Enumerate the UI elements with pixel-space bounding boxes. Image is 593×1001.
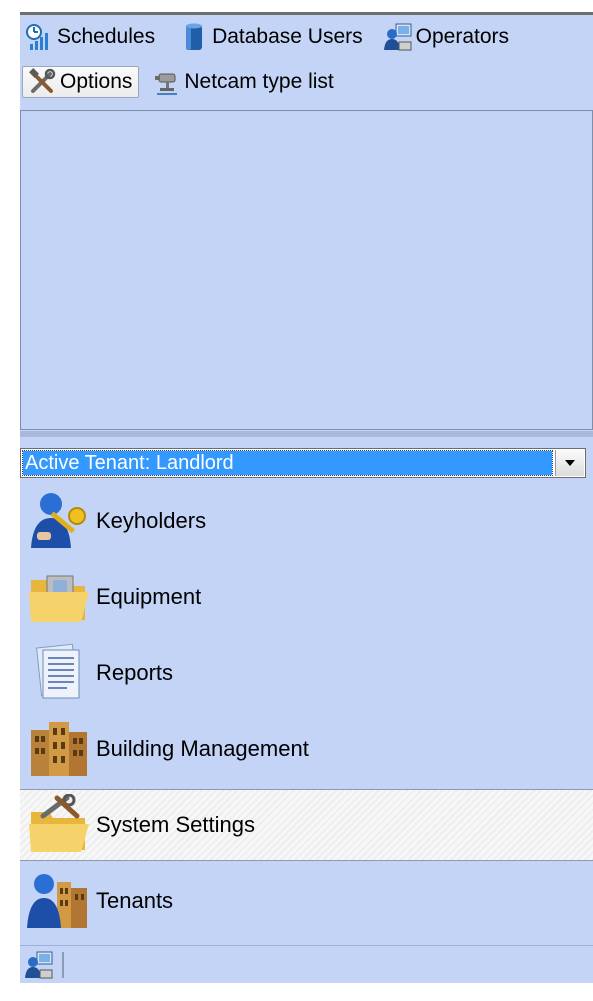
nav-item-reports[interactable]: Reports xyxy=(20,635,593,711)
database-users-icon xyxy=(179,23,209,51)
keyholders-icon xyxy=(26,489,92,553)
operators-icon[interactable] xyxy=(24,950,54,980)
tenants-icon xyxy=(26,869,92,933)
toolbar-database-users-button[interactable]: Database Users xyxy=(175,21,369,53)
nav-item-label: Reports xyxy=(96,660,174,685)
nav-item-label: System Settings xyxy=(96,812,255,837)
dropdown-arrow-button[interactable] xyxy=(555,450,584,476)
equipment-folder-icon xyxy=(26,565,92,629)
toolbar-options-button[interactable]: Options xyxy=(22,66,140,98)
active-tenant-value: Active Tenant: Landlord xyxy=(22,450,553,476)
toolbar-row-1: Schedules Database Users Operators xyxy=(20,21,515,53)
reports-icon xyxy=(26,641,92,705)
chevron-down-icon xyxy=(564,454,576,472)
bottom-border xyxy=(20,983,593,999)
toolbar-row-2: Options Netcam type list xyxy=(20,66,340,98)
options-tools-icon xyxy=(27,68,57,96)
navigation-panel: Schedules Database Users Operators Optio… xyxy=(20,12,593,999)
panel-splitter[interactable] xyxy=(20,431,593,437)
toolbar-netcam-type-list-label: Netcam type list xyxy=(184,70,334,93)
building-icon xyxy=(26,717,92,781)
netcam-icon xyxy=(151,68,181,96)
toolbar-operators-button[interactable]: Operators xyxy=(379,21,515,53)
toolbar-database-users-label: Database Users xyxy=(212,25,363,48)
schedules-icon xyxy=(24,23,54,51)
toolbar-operators-label: Operators xyxy=(415,25,510,48)
toolbar-netcam-type-list-button[interactable]: Netcam type list xyxy=(147,66,339,98)
nav-item-building-management[interactable]: Building Management xyxy=(20,711,593,787)
nav-item-label: Building Management xyxy=(96,736,309,761)
toolbar-options-label: Options xyxy=(60,70,133,93)
toolbar-schedules-label: Schedules xyxy=(57,25,156,48)
nav-overflow-strip xyxy=(20,945,593,984)
nav-item-equipment[interactable]: Equipment xyxy=(20,559,593,635)
active-tenant-dropdown[interactable]: Active Tenant: Landlord xyxy=(20,448,586,478)
nav-item-system-settings[interactable]: System Settings xyxy=(20,789,593,861)
nav-item-label: Equipment xyxy=(96,584,202,609)
nav-item-tenants[interactable]: Tenants xyxy=(20,863,593,939)
content-list-pane[interactable] xyxy=(20,110,593,430)
nav-item-label: Keyholders xyxy=(96,508,207,533)
toolbar-schedules-button[interactable]: Schedules xyxy=(20,21,161,53)
nav-item-keyholders[interactable]: Keyholders xyxy=(20,483,593,559)
system-settings-icon xyxy=(26,793,92,857)
nav-item-label: Tenants xyxy=(96,888,174,913)
toolbar-separator xyxy=(62,952,64,978)
operators-icon xyxy=(383,23,413,51)
